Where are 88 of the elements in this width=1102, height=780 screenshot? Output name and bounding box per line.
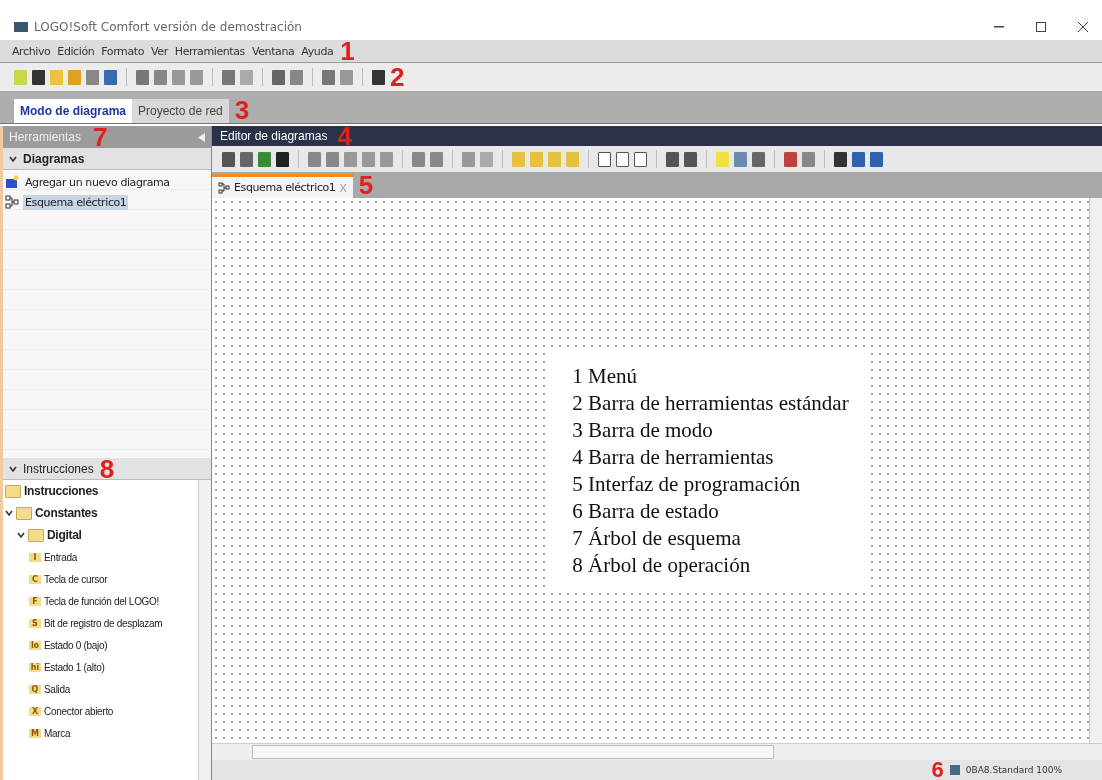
- chevron-icon[interactable]: [9, 464, 17, 473]
- status-text: 0BA8.Standard 100%: [965, 765, 1062, 775]
- folder-icon: [28, 528, 44, 542]
- block-type-badge: lo: [29, 640, 41, 650]
- editor-tool-icon[interactable]: [276, 151, 289, 167]
- tree-item[interactable]: Entrada: [44, 551, 77, 563]
- legend-line: 7 Árbol de esquema: [572, 524, 742, 552]
- tree-item[interactable]: Marca: [44, 727, 71, 739]
- callout-number: 1: [340, 38, 355, 64]
- toolbar-icon[interactable]: [104, 69, 117, 85]
- tree-item[interactable]: Salida: [44, 683, 70, 695]
- legend-line: 6 Barra de estado: [572, 497, 720, 525]
- collapse-icon[interactable]: [198, 132, 205, 142]
- block-type-badge: X: [29, 706, 41, 716]
- tree-item[interactable]: Constantes: [35, 506, 98, 520]
- tree-item[interactable]: Bit de registro de desplazam: [44, 617, 163, 629]
- callout-number: 7: [93, 124, 108, 150]
- folder-icon: [5, 484, 21, 498]
- document-tab[interactable]: Esquema eléctrico1 X: [212, 174, 353, 198]
- section-header[interactable]: Instrucciones 8: [3, 458, 211, 480]
- block-type-badge: M: [29, 728, 41, 738]
- legend-line: 2 Barra de herramientas estándar: [572, 389, 849, 417]
- toolbar-icon[interactable]: [32, 69, 45, 85]
- app-icon: [14, 22, 28, 32]
- menu-item[interactable]: Ayuda: [301, 44, 334, 58]
- close-icon: [1078, 22, 1088, 32]
- callout-number: 2: [390, 64, 405, 90]
- mode-tab[interactable]: Proyecto de red: [132, 99, 229, 123]
- block-type-badge: F: [29, 596, 41, 606]
- editor-tool-icon[interactable]: [616, 151, 629, 167]
- block-type-badge: hi: [29, 662, 41, 672]
- menu-item[interactable]: Formato: [101, 44, 145, 58]
- legend-line: 1 Menú: [572, 362, 639, 390]
- diagram-list-item[interactable]: Agregar un nuevo diagrama: [23, 174, 172, 190]
- window-title: LOGO!Soft Comfort versión de demostración: [14, 20, 302, 34]
- hardware-icon: [949, 765, 960, 775]
- folder-icon: [16, 506, 32, 520]
- editor-tool-icon[interactable]: [598, 151, 611, 167]
- legend-line: 3 Barra de modo: [572, 416, 714, 444]
- legend-line: 4 Barra de herramientas: [572, 443, 775, 471]
- scrollbar-thumb[interactable]: [252, 745, 774, 759]
- callout-number: 8: [99, 455, 115, 482]
- block-type-badge: S: [29, 618, 41, 628]
- tree-item[interactable]: Conector abierto: [44, 705, 114, 717]
- editor-tool-icon[interactable]: [222, 151, 235, 167]
- legend-line: 8 Árbol de operación: [572, 551, 752, 579]
- callout-number: 5: [358, 172, 374, 198]
- new-diagram-icon: [5, 175, 19, 189]
- maximize-button[interactable]: [1034, 20, 1048, 34]
- maximize-icon: [1036, 22, 1046, 32]
- section-title: Instrucciones: [23, 461, 94, 476]
- tree-item[interactable]: Estado 1 (alto): [44, 661, 105, 673]
- diagram-icon: [5, 195, 19, 209]
- tree-item[interactable]: Tecla de cursor: [44, 573, 108, 585]
- callout-number: 6: [931, 759, 944, 780]
- editor-tool-icon[interactable]: [834, 151, 847, 167]
- tree-item[interactable]: Estado 0 (bajo): [44, 639, 108, 651]
- tree-item[interactable]: Tecla de función del LOGO!: [44, 595, 160, 607]
- diagram-icon: [218, 181, 230, 194]
- menu-item[interactable]: Herramientas: [174, 44, 245, 58]
- scrollbar[interactable]: [1089, 198, 1102, 743]
- block-type-badge: I: [29, 552, 41, 562]
- menu-item[interactable]: Ventana: [251, 44, 295, 58]
- legend-line: 5 Interfaz de programación: [572, 470, 802, 498]
- menu-item[interactable]: Archivo: [12, 44, 51, 58]
- tree-item[interactable]: Digital: [47, 528, 82, 542]
- chevron-icon[interactable]: [9, 154, 17, 163]
- toolbar-icon[interactable]: [272, 69, 285, 85]
- editor-tool-icon[interactable]: [666, 151, 679, 167]
- callout-number: 4: [337, 123, 352, 149]
- minimize-icon: [994, 26, 1004, 28]
- panel-title: Herramientas: [9, 130, 82, 144]
- block-type-badge: Q: [29, 684, 41, 694]
- editor-title: Editor de diagramas: [220, 129, 328, 143]
- editor-tool-icon[interactable]: [684, 151, 697, 167]
- tree-item[interactable]: Instrucciones: [24, 484, 99, 498]
- scrollbar[interactable]: [198, 480, 211, 780]
- menu-item[interactable]: Edición: [57, 44, 95, 58]
- close-button[interactable]: [1076, 20, 1090, 34]
- menu-item[interactable]: Ver: [151, 44, 168, 58]
- toolbar-icon[interactable]: [372, 69, 385, 85]
- callout-number: 3: [234, 97, 250, 123]
- editor-tool-icon[interactable]: [634, 151, 647, 167]
- tab-label: Esquema eléctrico1: [234, 181, 336, 194]
- mode-tab[interactable]: Modo de diagrama: [14, 99, 132, 123]
- section-header[interactable]: Diagramas: [3, 148, 211, 170]
- block-type-badge: C: [29, 574, 41, 584]
- diagram-list-item[interactable]: Esquema eléctrico1: [23, 194, 129, 210]
